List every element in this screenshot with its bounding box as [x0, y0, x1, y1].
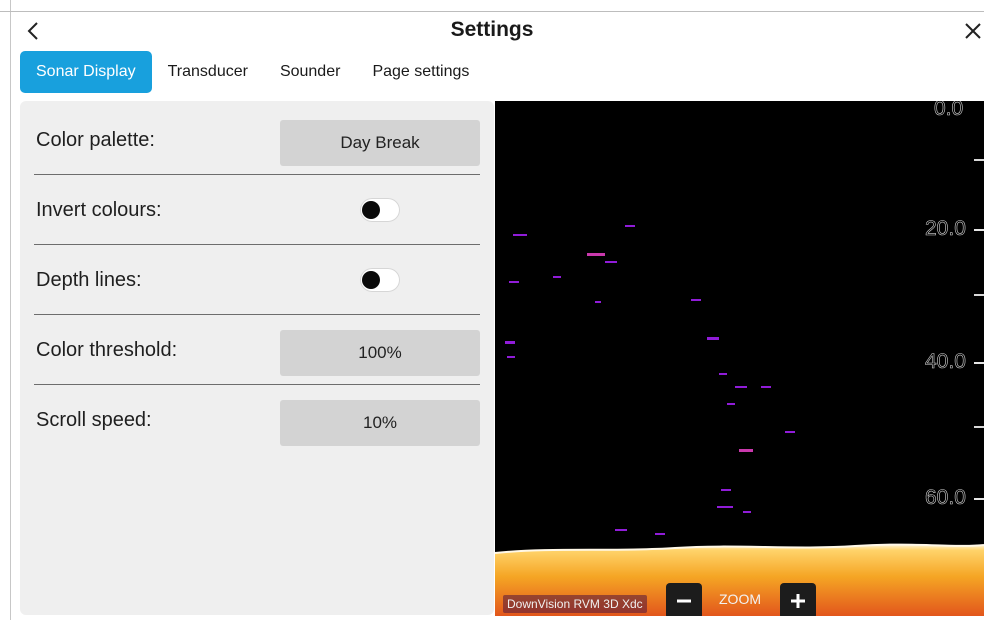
- page-title: Settings: [450, 18, 534, 41]
- color-palette-button[interactable]: Day Break: [280, 120, 480, 166]
- settings-tabs: Sonar Display Transducer Sounder Page se…: [20, 51, 485, 93]
- depth-tick: [974, 229, 984, 231]
- toggle-knob: [362, 201, 380, 219]
- depth-tick: [974, 362, 984, 364]
- zoom-out-button[interactable]: [666, 583, 702, 616]
- depth-label-40: 40.0: [925, 350, 966, 374]
- close-icon: [965, 23, 981, 39]
- color-threshold-label: Color threshold:: [36, 338, 178, 361]
- sonar-echo-image: [495, 159, 984, 616]
- depth-label-0: 0.0: [934, 101, 964, 120]
- depth-label-60: 60.0: [925, 486, 966, 510]
- depth-label-20: 20.0: [925, 217, 966, 241]
- invert-colours-label: Invert colours:: [36, 198, 162, 221]
- scroll-speed-label: Scroll speed:: [36, 408, 152, 431]
- zoom-in-button[interactable]: [780, 583, 816, 616]
- top-divider: [0, 11, 984, 12]
- tab-sounder[interactable]: Sounder: [264, 51, 357, 93]
- setting-row-color-palette: Color palette: Day Break: [34, 105, 480, 175]
- color-threshold-button[interactable]: 100%: [280, 330, 480, 376]
- tab-transducer[interactable]: Transducer: [152, 51, 264, 93]
- setting-row-depth-lines: Depth lines:: [34, 245, 480, 315]
- depth-lines-toggle[interactable]: [360, 268, 400, 292]
- tab-sonar-display[interactable]: Sonar Display: [20, 51, 152, 93]
- depth-tick: [974, 498, 984, 500]
- setting-row-color-threshold: Color threshold: 100%: [34, 315, 480, 385]
- scroll-speed-button[interactable]: 10%: [280, 400, 480, 446]
- minus-icon: [677, 599, 691, 603]
- close-button[interactable]: [962, 18, 984, 44]
- color-palette-label: Color palette:: [36, 128, 155, 151]
- depth-lines-label: Depth lines:: [36, 268, 142, 291]
- setting-row-invert-colours: Invert colours:: [34, 175, 480, 245]
- settings-panel: Color palette: Day Break Invert colours:…: [20, 101, 494, 615]
- invert-colours-toggle[interactable]: [360, 198, 400, 222]
- sonar-preview: 0.0 20.0 40.0 60.0 DownVision RVM 3D Xdc…: [495, 101, 984, 616]
- setting-row-scroll-speed: Scroll speed: 10%: [34, 385, 480, 455]
- tab-page-settings[interactable]: Page settings: [356, 51, 485, 93]
- transducer-source-label: DownVision RVM 3D Xdc: [503, 595, 647, 613]
- zoom-label: ZOOM: [719, 591, 761, 607]
- plus-icon: [791, 594, 805, 608]
- toggle-knob: [362, 271, 380, 289]
